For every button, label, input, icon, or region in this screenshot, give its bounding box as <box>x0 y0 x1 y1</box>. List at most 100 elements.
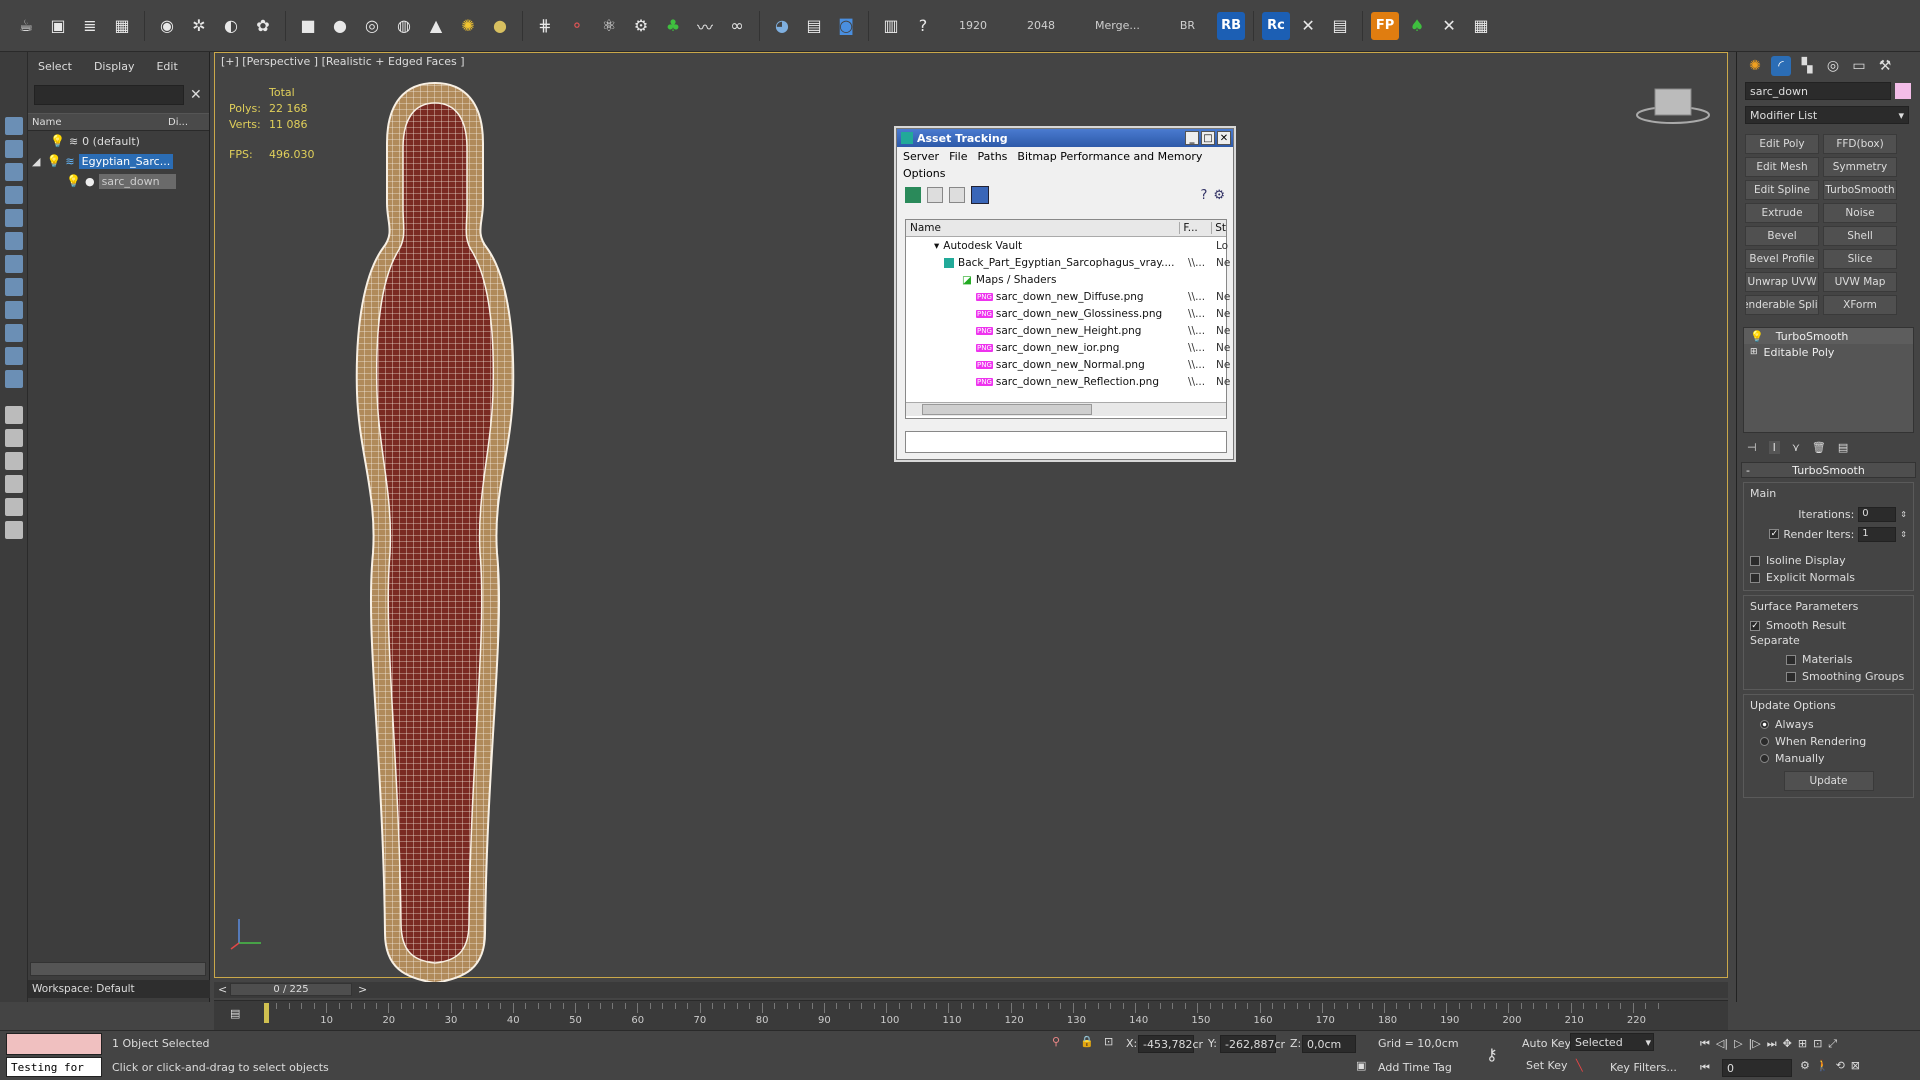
display-none-icon[interactable] <box>5 429 23 447</box>
sarcophagus-wireframe-model[interactable] <box>315 73 555 993</box>
bush-icon[interactable]: ♣ <box>659 12 687 40</box>
tool-icon[interactable]: ▥ <box>877 12 905 40</box>
stack-item-editable-poly[interactable]: ⊞ Editable Poly <box>1744 344 1913 360</box>
asset-row[interactable]: PNG sarc_down_new_Diffuse.png \\... Ne <box>906 288 1230 305</box>
particles-icon[interactable]: ✿ <box>249 12 277 40</box>
configure-modifiers-icon[interactable]: ▤ <box>1838 441 1848 454</box>
column-display[interactable]: Di... <box>168 117 188 128</box>
render-iters-spinner[interactable]: 1 <box>1858 526 1897 542</box>
viewport-label[interactable]: [+] [Perspective ] [Realistic + Edged Fa… <box>221 55 465 68</box>
play-icon[interactable]: ▷ <box>1734 1037 1742 1051</box>
orbit-icon[interactable]: ⟲ <box>1836 1059 1845 1072</box>
box-icon[interactable]: ■ <box>294 12 322 40</box>
filter-geometry-icon[interactable] <box>5 117 23 135</box>
minimize-icon[interactable]: _ <box>1185 131 1199 145</box>
update-always-option[interactable]: Always <box>1750 716 1907 733</box>
stack-item-turbosmooth[interactable]: 💡 TurboSmooth <box>1744 328 1913 344</box>
asset-row[interactable]: PNG sarc_down_new_Reflection.png \\... N… <box>906 373 1230 390</box>
molecule-icon[interactable]: ⚬ <box>563 12 591 40</box>
modifier-button[interactable]: Edit Mesh <box>1745 157 1819 177</box>
min-max-toggle-icon[interactable]: ⊠ <box>1851 1059 1860 1072</box>
update-when-rendering-option[interactable]: When Rendering <box>1750 733 1907 750</box>
bulb-icon[interactable]: 💡 <box>50 134 65 148</box>
current-frame-marker[interactable] <box>264 1003 269 1023</box>
filter-xrefs-icon[interactable] <box>5 278 23 296</box>
smoothing-groups-checkbox[interactable] <box>1786 671 1796 682</box>
asset-row[interactable]: ▾ Autodesk Vault Lo <box>906 237 1228 254</box>
sort-icon[interactable] <box>5 521 23 539</box>
asset-row[interactable]: Back_Part_Egyptian_Sarcophagus_vray.... … <box>906 254 1230 271</box>
explorer-menu-display[interactable]: Display <box>94 60 135 73</box>
asset-menu-file[interactable]: File <box>949 150 967 163</box>
asset-menu-options[interactable]: Options <box>903 167 945 180</box>
thumbnail-view-icon[interactable] <box>949 187 965 203</box>
atom-icon[interactable]: ⚛ <box>595 12 623 40</box>
filter-cameras-icon[interactable] <box>5 186 23 204</box>
modifier-button[interactable]: Edit Poly <box>1745 134 1819 154</box>
sphere-icon[interactable]: ● <box>326 12 354 40</box>
asset-menu-server[interactable]: Server <box>903 150 939 163</box>
modifier-button[interactable]: UVW Map <box>1823 272 1897 292</box>
clear-search-icon[interactable]: ✕ <box>190 87 202 103</box>
when-rendering-radio[interactable] <box>1760 737 1769 746</box>
key-step-icon[interactable]: ⏮ <box>1700 1061 1710 1075</box>
asset-row[interactable]: PNG sarc_down_new_Height.png \\... Ne <box>906 322 1230 339</box>
filter-lights-icon[interactable] <box>5 163 23 181</box>
close-icon[interactable]: ✕ <box>1217 131 1231 145</box>
torus-icon[interactable]: ◎ <box>358 12 386 40</box>
absolute-mode-icon[interactable]: ⊡ <box>1104 1035 1113 1048</box>
maximize-viewport-icon[interactable]: ⤢ <box>1828 1037 1837 1051</box>
filter-shapes-icon[interactable] <box>5 140 23 158</box>
viewcube[interactable] <box>1635 83 1711 129</box>
pin-stack-icon[interactable]: ⊣ <box>1747 441 1757 454</box>
modifier-list-dropdown[interactable]: Modifier List ▾ <box>1745 106 1909 124</box>
funnel-icon[interactable] <box>5 475 23 493</box>
update-button[interactable]: Update <box>1783 771 1874 791</box>
tree-icon[interactable]: ♠ <box>1403 12 1431 40</box>
settings-icon[interactable]: ⚙ <box>1213 188 1225 203</box>
previous-frame-icon[interactable]: ◁| <box>1716 1037 1728 1051</box>
bulb-icon[interactable]: 💡 <box>1750 330 1764 343</box>
modifier-button[interactable]: Extrude <box>1745 203 1819 223</box>
explorer-menu-select[interactable]: Select <box>38 60 72 73</box>
modifier-button[interactable]: XForm <box>1823 295 1897 315</box>
modify-tab-icon[interactable]: ◜ <box>1771 56 1791 76</box>
z-coordinate-field[interactable]: 0,0cm <box>1302 1035 1356 1053</box>
column-name[interactable]: Name <box>28 117 168 128</box>
set-key-red-icon[interactable]: ╲ <box>1576 1059 1583 1072</box>
make-unique-icon[interactable]: ⋎ <box>1792 441 1800 454</box>
teapot-icon[interactable]: ☕ <box>12 12 40 40</box>
asset-col-name[interactable]: Name <box>906 222 1181 234</box>
auto-key-button[interactable]: Auto Key <box>1522 1037 1571 1050</box>
asset-titlebar[interactable]: Asset Tracking _ □ ✕ <box>897 129 1233 147</box>
cross-tools-icon[interactable]: ✕ <box>1435 12 1463 40</box>
hair-icon[interactable]: 〰 <box>691 12 719 40</box>
modifier-button[interactable]: Shell <box>1823 226 1897 246</box>
set-key-button[interactable]: Set Key <box>1526 1059 1568 1072</box>
cone-icon[interactable]: ▲ <box>422 12 450 40</box>
asset-menu-bitmap[interactable]: Bitmap Performance and Memory <box>1017 150 1202 163</box>
smooth-result-option[interactable]: ✓ Smooth Result <box>1750 617 1907 634</box>
asset-path-field[interactable] <box>905 431 1227 453</box>
fp-button[interactable]: FP <box>1371 11 1400 40</box>
lock-icon[interactable]: 🔒 <box>1080 1035 1094 1048</box>
maxscript-input[interactable]: Testing for <box>6 1057 102 1077</box>
render-setup-icon[interactable]: ◙ <box>832 12 860 40</box>
prev-frame-icon[interactable]: < <box>218 983 227 996</box>
br-button[interactable]: BR <box>1162 19 1213 32</box>
schematic-icon[interactable]: ▦ <box>108 12 136 40</box>
next-frame-icon[interactable]: > <box>358 983 367 996</box>
rb-button[interactable]: RB <box>1217 11 1246 40</box>
collapse-icon[interactable]: ◢ <box>32 155 40 168</box>
motion-tab-icon[interactable]: ◎ <box>1823 56 1843 76</box>
asset-menu-paths[interactable]: Paths <box>978 150 1008 163</box>
table-icon[interactable]: ▦ <box>1467 12 1495 40</box>
helix-icon[interactable]: ◐ <box>217 12 245 40</box>
materials-checkbox[interactable] <box>1786 654 1796 665</box>
display-tab-icon[interactable]: ▭ <box>1849 56 1869 76</box>
expand-icon[interactable]: ⊞ <box>1750 347 1758 357</box>
wind-icon[interactable]: ✲ <box>185 12 213 40</box>
always-radio[interactable] <box>1760 720 1769 729</box>
filter-helpers-icon[interactable] <box>5 209 23 227</box>
explorer-scrollbar[interactable] <box>30 962 206 976</box>
